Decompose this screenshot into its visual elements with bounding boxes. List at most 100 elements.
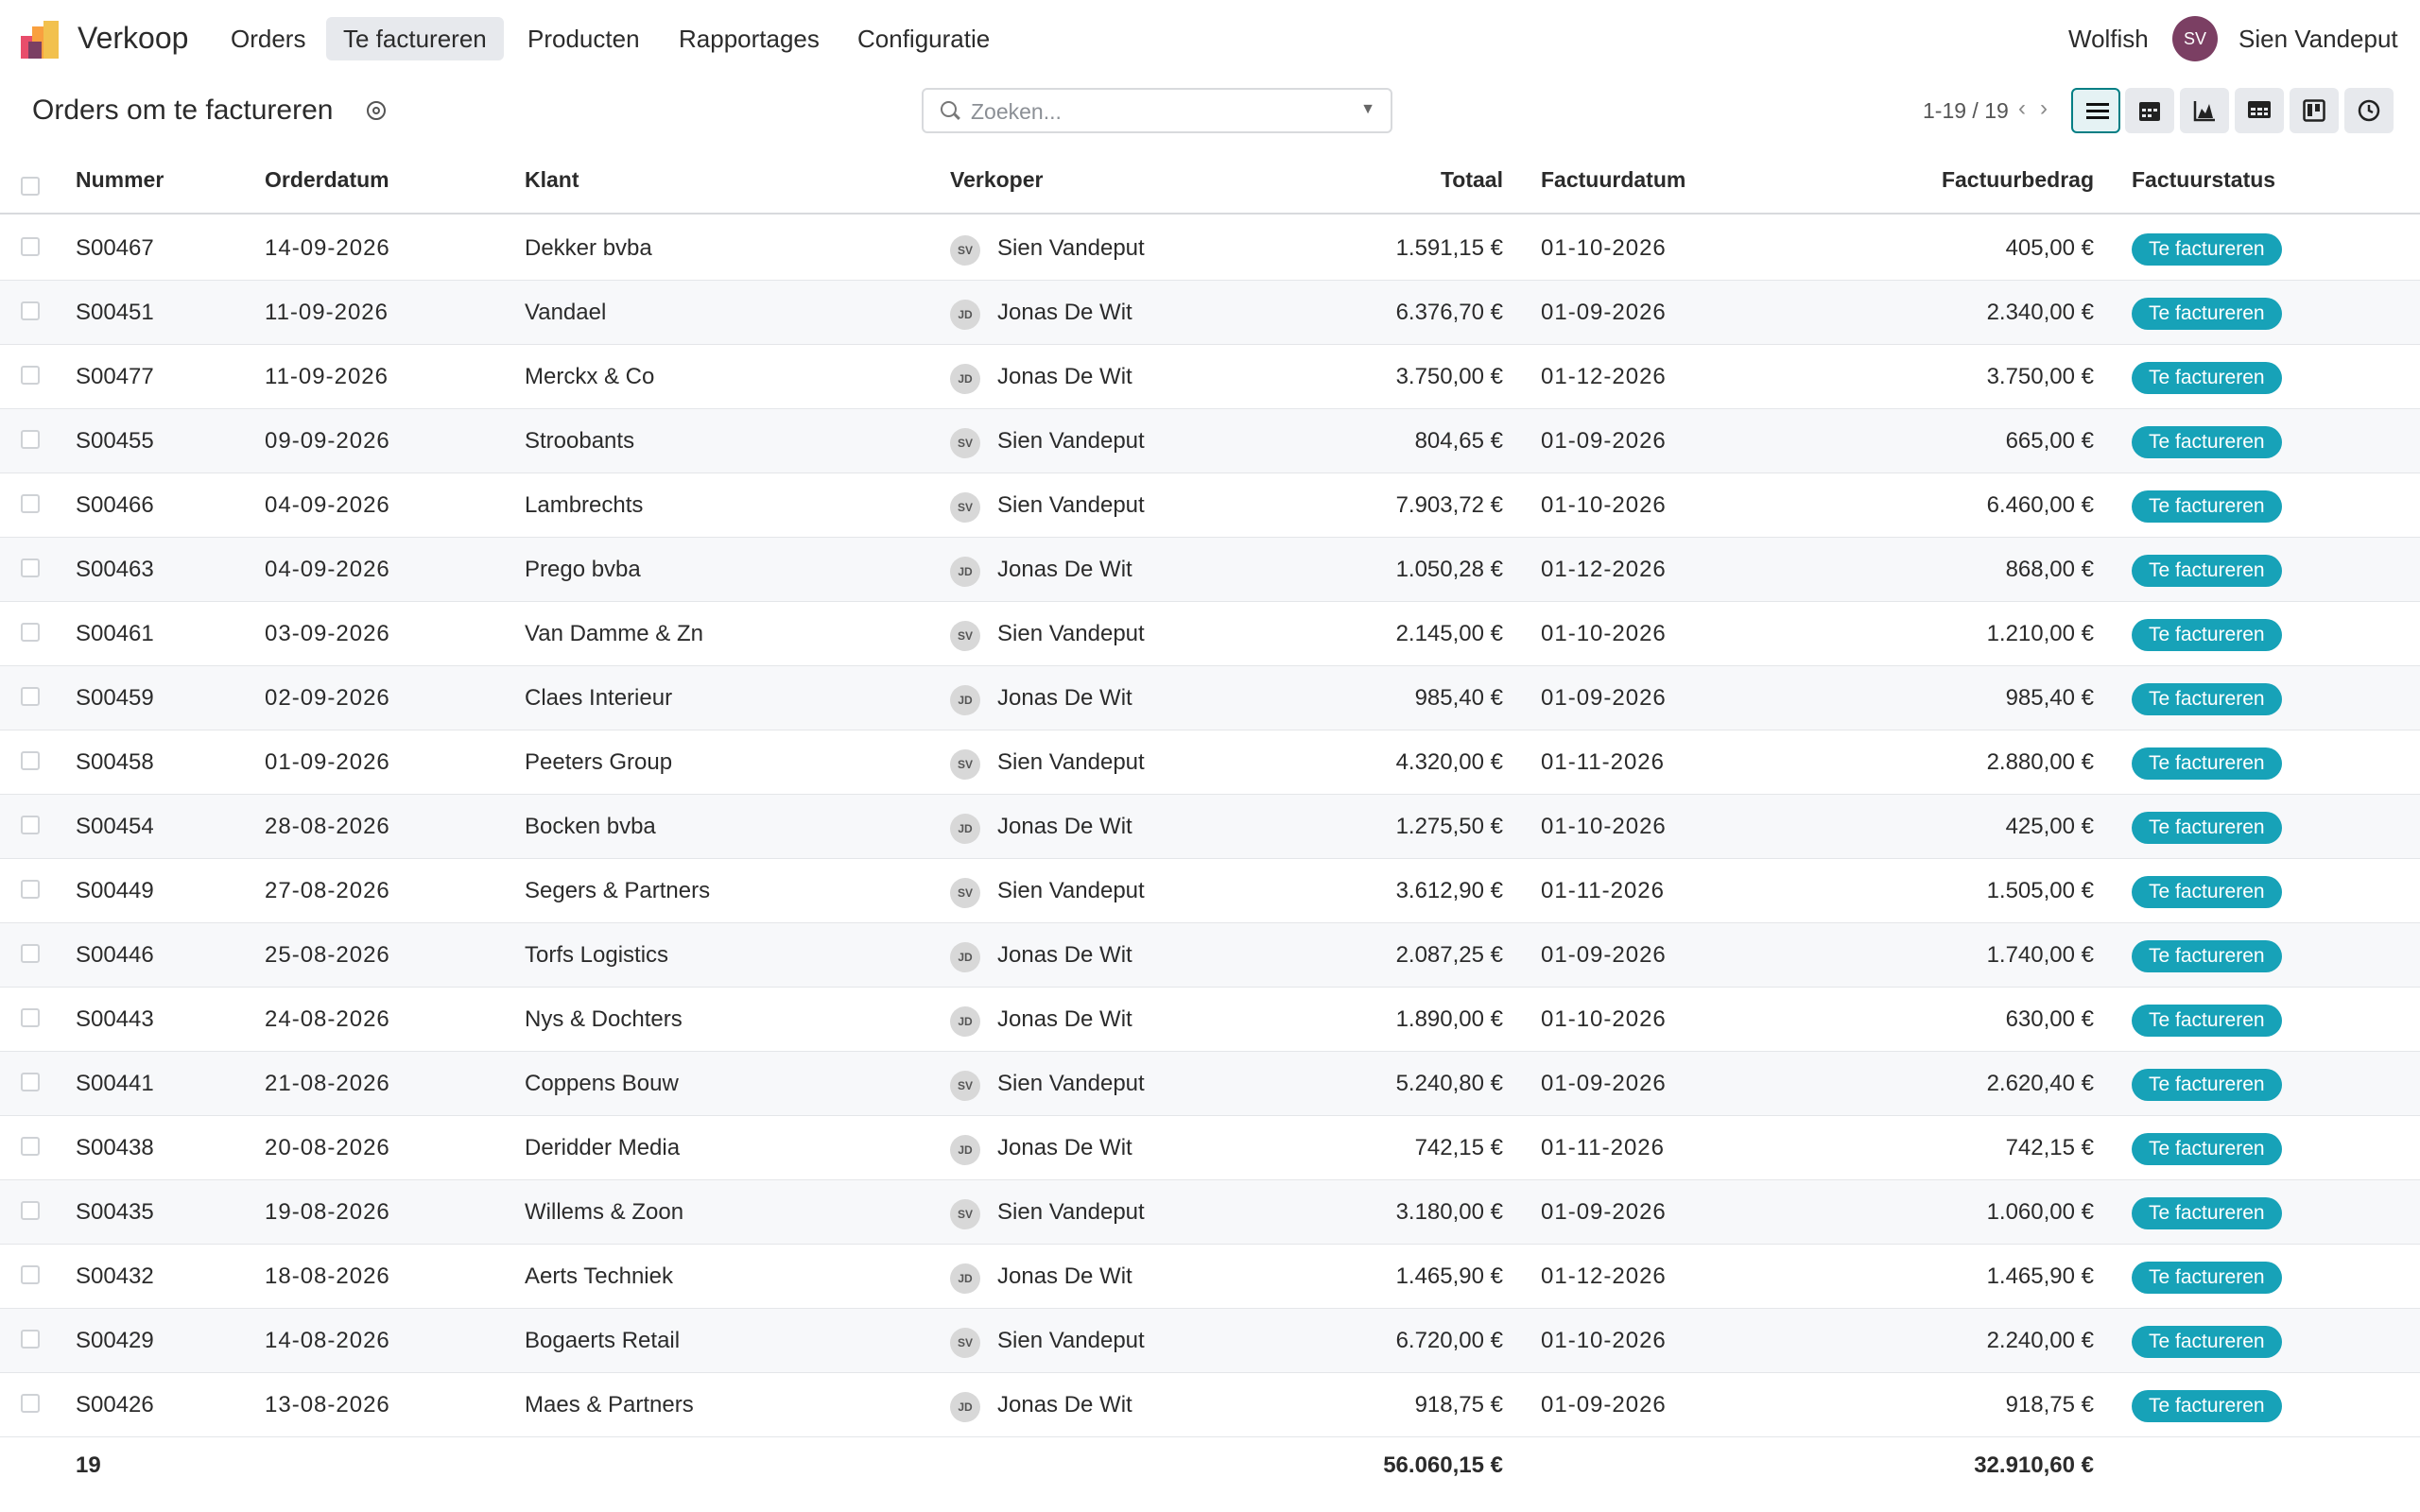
nav-rapportages[interactable]: Rapportages [662, 17, 837, 60]
calendar-view-button[interactable] [2125, 88, 2174, 133]
cell-klant: Nys & Dochters [525, 1006, 683, 1032]
col-totaal[interactable]: Totaal [1305, 167, 1503, 193]
table-row[interactable]: S00466 04-09-2026 Lambrechts SV Sien Vandepu… [0, 473, 2420, 538]
nav-producten[interactable]: Producten [510, 17, 657, 60]
row-checkbox[interactable] [21, 1201, 40, 1220]
activity-view-button[interactable] [2344, 88, 2394, 133]
table-row[interactable]: S00432 18-08-2026 Aerts Techniek JD Jonas De… [0, 1245, 2420, 1309]
cell-verkoper: Sien Vandeput [997, 235, 1145, 261]
row-checkbox[interactable] [21, 880, 40, 899]
user-avatar[interactable]: SV [2172, 16, 2218, 61]
table-row[interactable]: S00467 14-09-2026 Dekker bvba SV Sien Vandep… [0, 216, 2420, 281]
graph-view-button[interactable] [2180, 88, 2229, 133]
cell-factuurbedrag: 985,40 € [2005, 685, 2094, 711]
table-row[interactable]: S00458 01-09-2026 Peeters Group SV Sien Vand… [0, 730, 2420, 795]
status-badge: Te factureren [2132, 1005, 2282, 1037]
table-row[interactable]: S00426 13-08-2026 Maes & Partners JD Jonas D… [0, 1373, 2420, 1437]
table-row[interactable]: S00477 11-09-2026 Merckx & Co JD Jonas De Wi… [0, 345, 2420, 409]
row-checkbox[interactable] [21, 751, 40, 770]
cell-nummer: S00451 [76, 300, 154, 325]
table-row[interactable]: S00463 04-09-2026 Prego bvba JD Jonas De Wit… [0, 538, 2420, 602]
row-checkbox[interactable] [21, 366, 40, 385]
col-nummer[interactable]: Nummer [76, 167, 164, 193]
table-row[interactable]: S00454 28-08-2026 Bocken bvba JD Jonas De Wi… [0, 795, 2420, 859]
col-orderdatum[interactable]: Orderdatum [265, 167, 389, 193]
footer-total: 56.060,15 € [1383, 1452, 1503, 1478]
row-checkbox[interactable] [21, 623, 40, 642]
cell-factuurdatum: 01-09-2026 [1541, 428, 1667, 454]
cell-factuurdatum: 01-10-2026 [1541, 621, 1667, 646]
pager-value[interactable]: 1-19 / 19 [1923, 98, 2009, 124]
table-row[interactable]: S00441 21-08-2026 Coppens Bouw SV Sien Vande… [0, 1052, 2420, 1116]
user-name[interactable]: Sien Vandeput [2238, 25, 2398, 54]
table-row[interactable]: S00455 09-09-2026 Stroobants SV Sien Vandepu… [0, 409, 2420, 473]
table-row[interactable]: S00435 19-08-2026 Willems & Zoon SV Sien Van… [0, 1180, 2420, 1245]
chevron-down-icon[interactable]: ▼ [1360, 101, 1375, 118]
salesperson-avatar: SV [950, 492, 980, 523]
cell-nummer: S00455 [76, 428, 154, 454]
search-bar[interactable]: ▼ [922, 88, 1392, 133]
gear-icon[interactable] [367, 101, 386, 120]
cell-factuurbedrag: 2.880,00 € [1986, 749, 2094, 775]
nav-te-factureren[interactable]: Te factureren [326, 17, 504, 60]
calendar-view-icon [2139, 102, 2160, 121]
cell-totaal: 6.376,70 € [1395, 300, 1503, 325]
row-checkbox[interactable] [21, 558, 40, 577]
salesperson-avatar: SV [950, 878, 980, 908]
cell-orderdatum: 04-09-2026 [265, 557, 390, 582]
col-factuurstatus[interactable]: Factuurstatus [2132, 167, 2275, 193]
row-checkbox[interactable] [21, 816, 40, 834]
nav-configuratie[interactable]: Configuratie [840, 17, 1007, 60]
chevron-right-icon[interactable]: › [2040, 95, 2048, 122]
cell-klant: Coppens Bouw [525, 1071, 679, 1096]
cell-orderdatum: 01-09-2026 [265, 749, 390, 775]
table-footer: 19 56.060,15 € 32.910,60 € [0, 1437, 2420, 1496]
col-klant[interactable]: Klant [525, 167, 579, 193]
row-checkbox[interactable] [21, 1330, 40, 1349]
cell-totaal: 1.050,28 € [1395, 557, 1503, 582]
pivot-view-button[interactable] [2235, 88, 2284, 133]
search-input[interactable] [971, 95, 1330, 128]
row-checkbox[interactable] [21, 301, 40, 320]
list-view-button[interactable] [2071, 88, 2120, 133]
cell-factuurbedrag: 2.240,00 € [1986, 1328, 2094, 1353]
table-row[interactable]: S00459 02-09-2026 Claes Interieur JD Jonas D… [0, 666, 2420, 730]
table-row[interactable]: S00461 03-09-2026 Van Damme & Zn SV Sien Van… [0, 602, 2420, 666]
sales-app-icon[interactable] [21, 21, 60, 59]
table-row[interactable]: S00446 25-08-2026 Torfs Logistics JD Jonas D… [0, 923, 2420, 988]
table-row[interactable]: S00443 24-08-2026 Nys & Dochters JD Jonas De… [0, 988, 2420, 1052]
col-verkoper[interactable]: Verkoper [950, 167, 1043, 193]
row-checkbox[interactable] [21, 1265, 40, 1284]
cell-factuurbedrag: 1.210,00 € [1986, 621, 2094, 646]
status-badge: Te factureren [2132, 683, 2282, 715]
row-checkbox[interactable] [21, 1394, 40, 1413]
cell-totaal: 3.750,00 € [1395, 364, 1503, 389]
cell-totaal: 742,15 € [1414, 1135, 1503, 1160]
app-name[interactable]: Verkoop [78, 21, 188, 56]
row-checkbox[interactable] [21, 430, 40, 449]
select-all-checkbox[interactable] [21, 177, 40, 196]
row-checkbox[interactable] [21, 1137, 40, 1156]
table-row[interactable]: S00449 27-08-2026 Segers & Partners SV Sien … [0, 859, 2420, 923]
nav-orders[interactable]: Orders [214, 17, 322, 60]
row-checkbox[interactable] [21, 1073, 40, 1091]
kanban-view-button[interactable] [2290, 88, 2339, 133]
row-checkbox[interactable] [21, 237, 40, 256]
table-row[interactable]: S00451 11-09-2026 Vandael JD Jonas De Wit 6.3… [0, 281, 2420, 345]
cell-factuurdatum: 01-12-2026 [1541, 1263, 1667, 1289]
salesperson-avatar: JD [950, 685, 980, 715]
cell-orderdatum: 20-08-2026 [265, 1135, 390, 1160]
row-checkbox[interactable] [21, 494, 40, 513]
chevron-left-icon[interactable]: ‹ [2018, 95, 2026, 122]
cell-totaal: 918,75 € [1414, 1392, 1503, 1418]
table-row[interactable]: S00438 20-08-2026 Deridder Media JD Jonas De… [0, 1116, 2420, 1180]
table-row[interactable]: S00429 14-08-2026 Bogaerts Retail SV Sien Va… [0, 1309, 2420, 1373]
row-checkbox[interactable] [21, 944, 40, 963]
cell-totaal: 7.903,72 € [1395, 492, 1503, 518]
company-switcher[interactable]: Wolfish [2068, 25, 2149, 54]
row-checkbox[interactable] [21, 687, 40, 706]
row-checkbox[interactable] [21, 1008, 40, 1027]
col-factuurbedrag[interactable]: Factuurbedrag [1872, 167, 2094, 193]
cell-factuurbedrag: 1.505,00 € [1986, 878, 2094, 903]
col-factuurdatum[interactable]: Factuurdatum [1541, 167, 1685, 193]
